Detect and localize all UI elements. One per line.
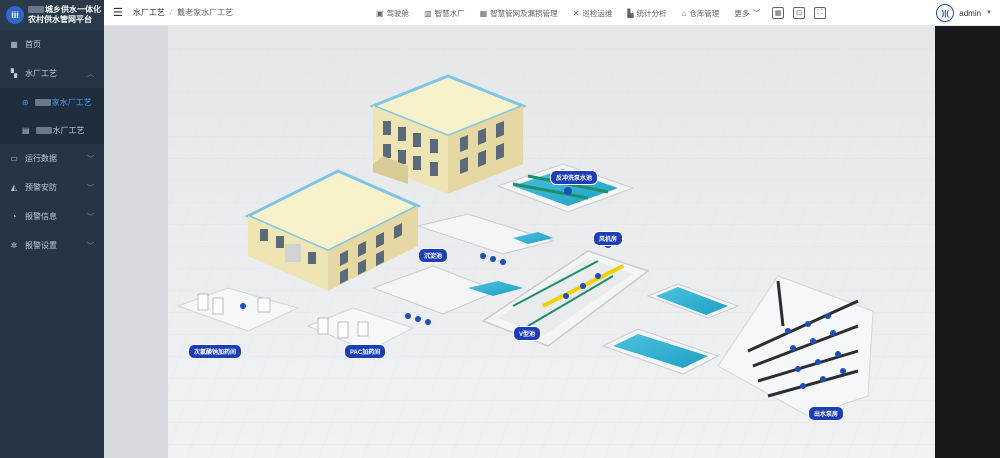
avatar: )|( [936,4,955,22]
hamburger-icon[interactable]: ☰ [113,6,123,19]
sidebar-item-warning-security[interactable]: ◭ 预警安防 ﹀ [0,173,104,202]
process-icon: ⊛ [22,97,29,107]
content-left-margin [104,26,168,458]
nav-more[interactable]: 更多 ﹀ [734,8,760,19]
nav-label: 更多 [734,8,750,18]
caret-down-icon: ▼ [986,10,992,16]
nav-label: 统计分析 [636,8,667,18]
sidebar-subitem-plant-process-2[interactable]: ▤ 水厂工艺 [0,116,104,144]
network-icon: ▦ [479,8,488,18]
label-chlorine-dosing[interactable]: 次氯酸钠加药间 [188,344,243,359]
label-v-filter[interactable]: V型池 [513,326,542,341]
content-right-margin [935,26,1000,458]
sidebar-item-operation-data[interactable]: ▭ 运行数据 ﹀ [0,144,104,173]
nav-inspection[interactable]: ✕ 巡检运维 [573,8,613,19]
plant-illustration [168,26,935,458]
sidebar-item-label: 首页 [25,40,41,49]
breadcrumb-current: 戴老家水厂工艺 [177,8,234,17]
brand-line-1: 城乡供水一体化 [45,5,101,14]
app-window: iii 城乡供水一体化 农村供水管网平台 ▦ 首页 ▚ 水厂工艺 ︿ ⊛ 家水厂… [0,0,1000,458]
sidebar: iii 城乡供水一体化 农村供水管网平台 ▦ 首页 ▚ 水厂工艺 ︿ ⊛ 家水厂… [0,0,104,458]
document-icon: ▤ [22,125,30,135]
dashboard-icon: ▦ [10,40,18,49]
plant-3d-scene[interactable]: 反冲洗泵水池 沉淀池 风机房 V型池 次氯酸钠加药间 PAC加药间 出水泵房 [168,26,935,458]
bell-icon: ◔ [11,212,17,221]
brand-logo: iii [6,6,24,24]
breadcrumb-item[interactable]: 水厂工艺 [133,7,165,18]
nav-smart-plant[interactable]: ▥ 智慧水厂 [424,8,465,19]
sidebar-item-home[interactable]: ▦ 首页 [0,30,104,59]
monitor-icon: ▭ [10,154,18,163]
user-menu[interactable]: )|( admin ▼ [936,0,992,26]
label-outlet-pump-house[interactable]: 出水泵房 [808,406,845,421]
sidebar-item-label: 水厂工艺 [52,125,85,135]
breadcrumb: 水厂工艺 / 戴老家水厂工艺 [133,7,233,18]
label-sedimentation-tank[interactable]: 沉淀池 [418,248,449,263]
nav-statistics[interactable]: ▙ 统计分析 [627,8,666,19]
cockpit-icon: ▣ [376,8,384,18]
layout-icon[interactable]: ▦ [772,7,784,19]
gear-icon: ✲ [10,241,18,250]
chart-icon: ▙ [627,8,634,18]
chevron-down-icon: ﹀ [87,155,94,163]
redacted-block [35,126,52,134]
nav-label: 驾驶舱 [386,8,410,18]
brand-line-2: 农村供水管网平台 [28,15,92,24]
sidebar-item-alarm-info[interactable]: ◔ 报警信息 ﹀ [0,202,104,231]
nav-label: 智慧水厂 [434,8,465,18]
top-nav: ▣ 驾驶舱 ▥ 智慧水厂 ▦ 智慧管网及漏损管理 ✕ 巡检运维 ▙ 统计分析 ⌂ 仓库管理 … [376,0,775,26]
nav-warehouse[interactable]: ⌂ 仓库管理 [682,8,720,19]
nav-label: 仓库管理 [689,8,720,18]
chevron-down-icon: ﹀ [87,242,94,250]
nav-smart-network[interactable]: ▦ 智慧管网及漏损管理 [480,8,558,19]
username: admin [959,8,982,18]
label-backwash-pool[interactable]: 反冲洗泵水池 [550,170,599,185]
tools-icon: ✕ [572,8,580,18]
chevron-down-icon: ﹀ [752,8,761,18]
sidebar-subitem-plant-process-1[interactable]: ⊛ 家水厂工艺 [0,88,104,116]
nav-cockpit[interactable]: ▣ 驾驶舱 [376,8,409,19]
sidebar-item-label: 报警信息 [25,212,57,221]
chevron-down-icon: ﹀ [87,213,94,221]
fullscreen-icon[interactable]: ⛶ [814,7,826,19]
alarm-icon: ◭ [10,183,18,192]
breadcrumb-separator: / [169,8,173,17]
sidebar-item-process[interactable]: ▚ 水厂工艺 ︿ [0,59,104,88]
nav-label: 智慧管网及漏损管理 [490,8,558,18]
sidebar-item-alarm-settings[interactable]: ✲ 报警设置 ﹀ [0,231,104,260]
label-blower-room[interactable]: 风机房 [593,231,624,246]
chevron-up-icon: ︿ [87,70,94,78]
sidebar-item-label: 预警安防 [25,183,57,192]
brand-title: 城乡供水一体化 农村供水管网平台 [28,5,101,25]
grid-icon: ▚ [10,69,18,78]
chevron-down-icon: ﹀ [87,184,94,192]
sidebar-item-label: 运行数据 [25,154,57,163]
label-pac-dosing[interactable]: PAC加药间 [344,344,387,359]
sidebar-item-label: 家水厂工艺 [51,97,92,107]
screen-icon[interactable]: ⊡ [793,7,805,19]
warehouse-icon: ⌂ [681,8,687,18]
redacted-block [28,6,44,14]
header-tools: ▦ ⊡ ⛶ [772,0,835,26]
brand: iii 城乡供水一体化 农村供水管网平台 [0,0,104,30]
submenu-process: ⊛ 家水厂工艺 ▤ 水厂工艺 [0,88,104,144]
sidebar-item-label: 水厂工艺 [25,69,57,78]
factory-icon: ▥ [424,8,432,18]
sidebar-item-label: 报警设置 [25,241,57,250]
nav-label: 巡检运维 [582,8,613,18]
redacted-block [34,98,51,106]
